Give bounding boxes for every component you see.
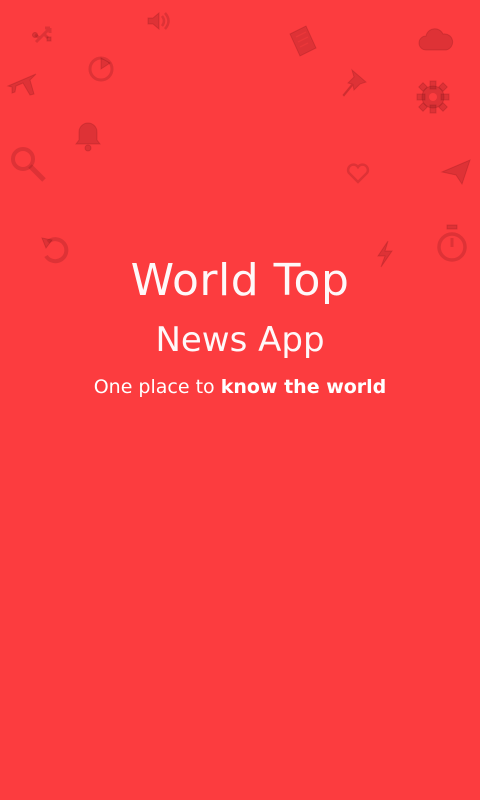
airplane-icon bbox=[6, 68, 38, 100]
cloud-icon bbox=[418, 28, 454, 52]
send-icon bbox=[440, 158, 472, 186]
app-title-line1: World Top bbox=[130, 255, 350, 306]
app-title-line2: News App bbox=[155, 320, 325, 360]
search-icon bbox=[8, 144, 48, 184]
pin-icon bbox=[340, 68, 370, 100]
tagline-emphasis: know the world bbox=[220, 376, 387, 398]
splash-screen: World Top News App One place to know the… bbox=[0, 0, 480, 800]
tagline-text: One place to bbox=[93, 376, 221, 398]
tagline: One place to know the world bbox=[0, 376, 480, 398]
note-icon bbox=[286, 24, 320, 58]
heart-icon bbox=[346, 162, 370, 184]
volume-icon bbox=[146, 10, 172, 32]
gear-icon bbox=[416, 80, 450, 114]
bell-icon bbox=[74, 120, 102, 152]
refresh-icon bbox=[86, 54, 116, 84]
usb-icon bbox=[30, 20, 58, 48]
